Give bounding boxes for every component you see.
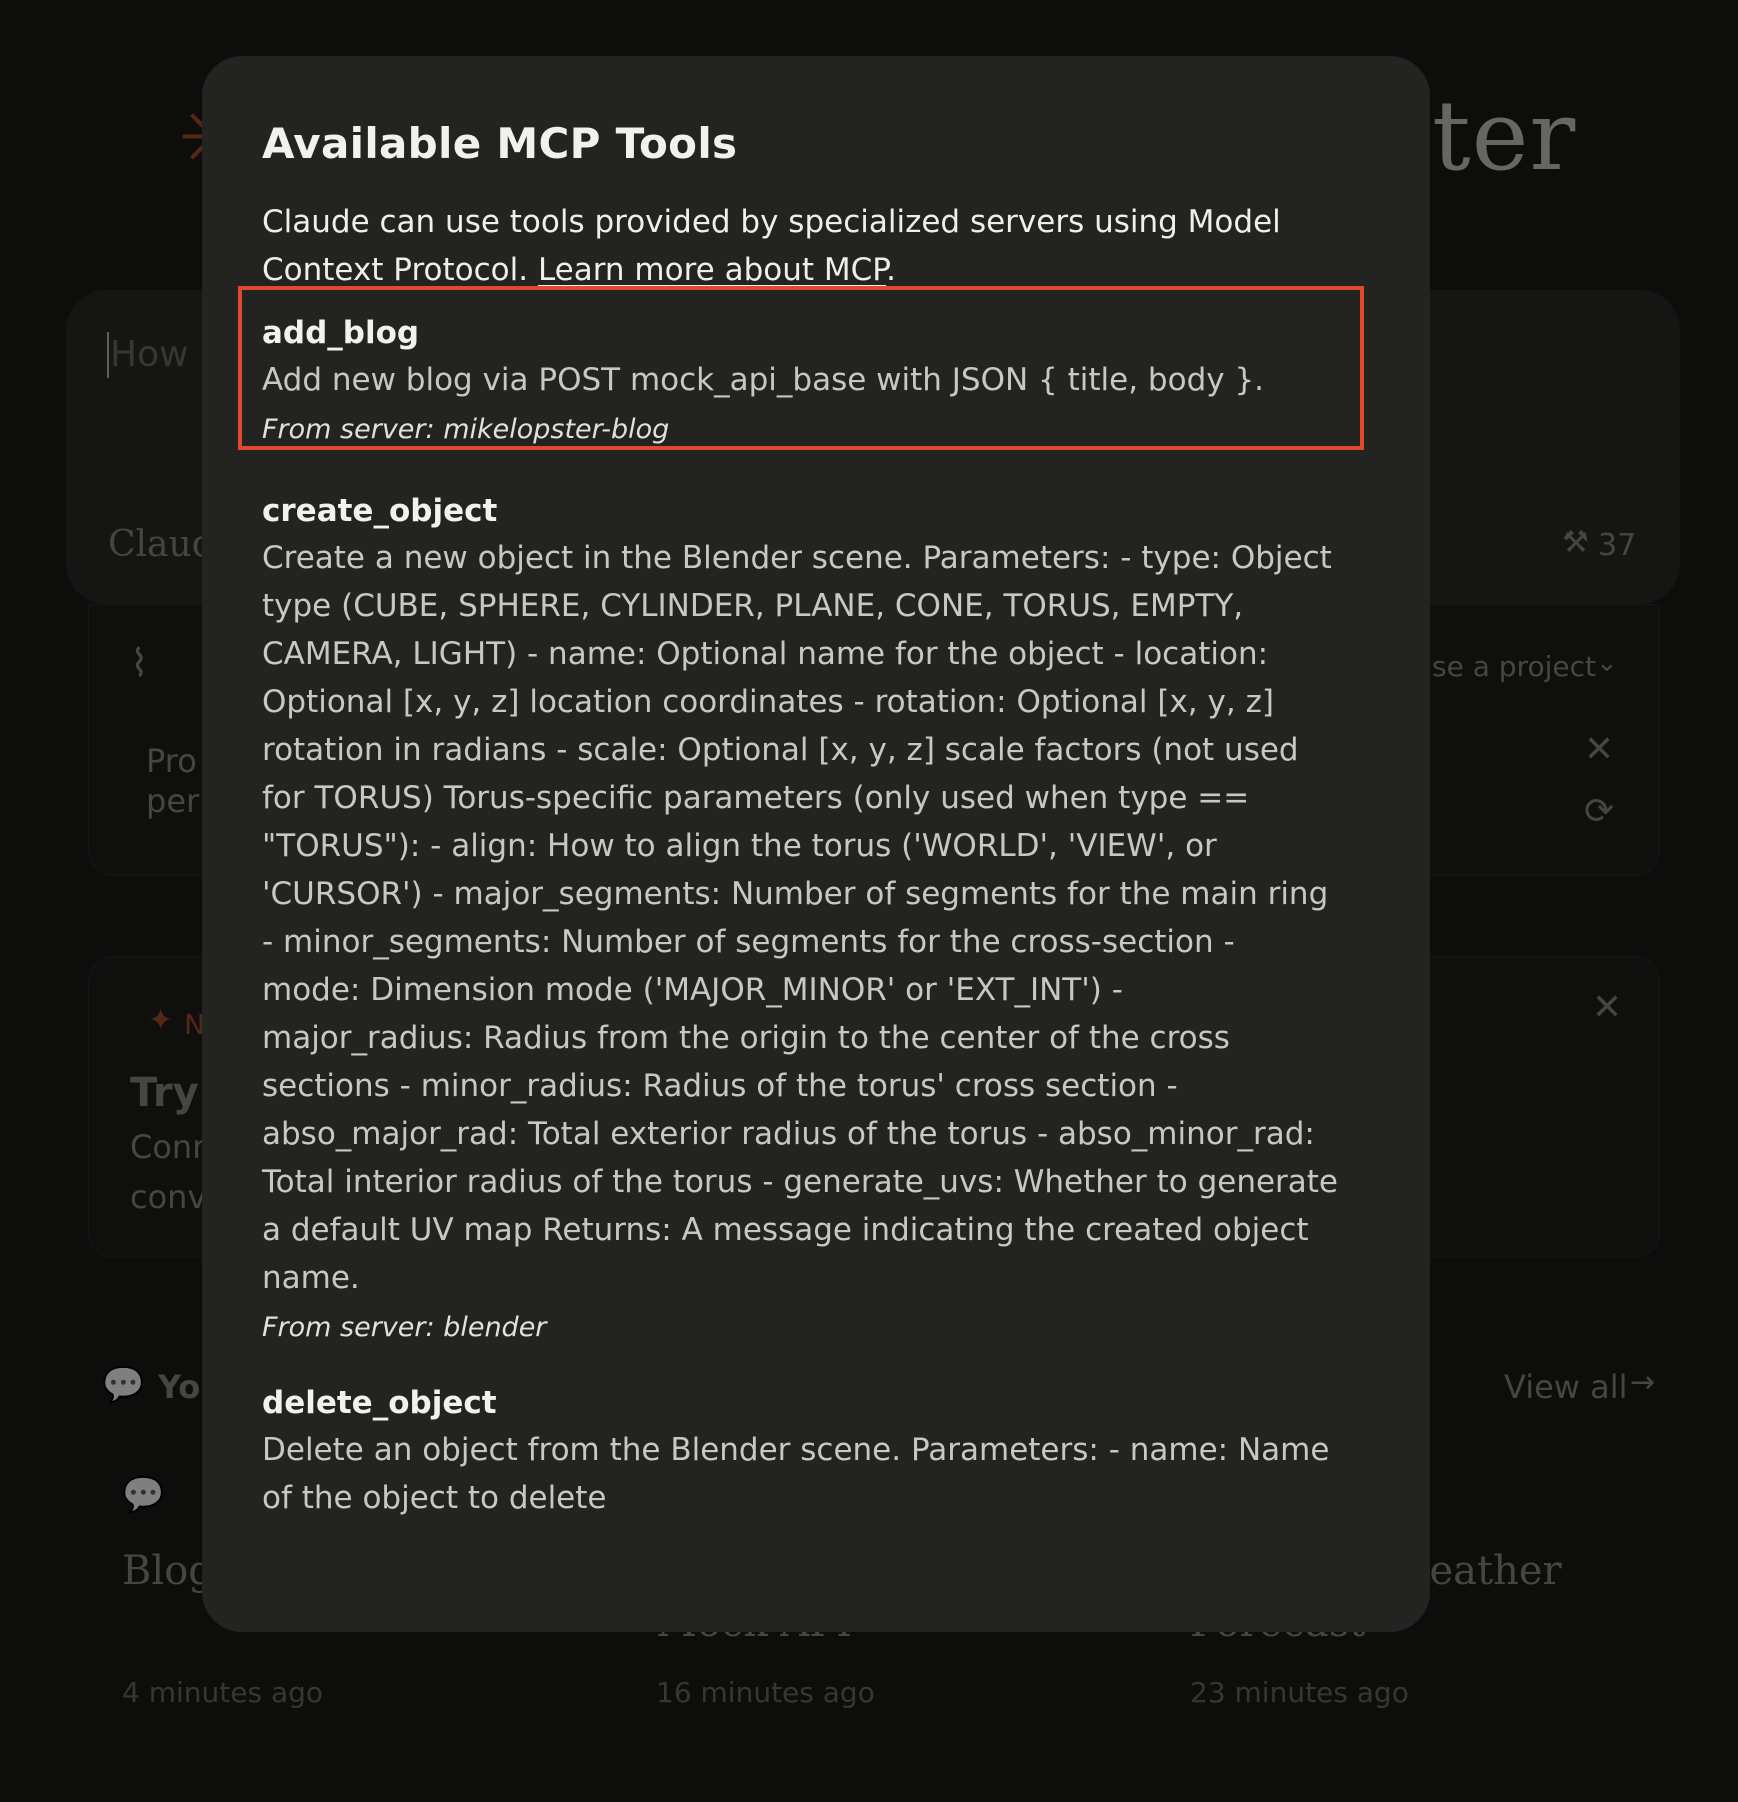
- tool-server: From server: mikelopster-blog: [262, 410, 1370, 450]
- tool-description: Add new blog via POST mock_api_base with…: [262, 362, 1265, 398]
- learn-more-link[interactable]: Learn more about MCP: [538, 252, 886, 288]
- tool-name: create_object: [262, 493, 498, 529]
- dialog-title: Available MCP Tools: [262, 119, 738, 168]
- mcp-tools-dialog: Available MCP Tools Claude can use tools…: [202, 56, 1430, 1632]
- tool-server: From server: blender: [262, 1308, 1370, 1348]
- tool-list: add_blog Add new blog via POST mock_api_…: [238, 286, 1370, 1522]
- server-prefix: From server:: [262, 414, 444, 445]
- tool-item-create-object: create_object Create a new object in the…: [262, 488, 1370, 1348]
- tool-item-delete-object: delete_object Delete an object from the …: [262, 1380, 1370, 1522]
- tool-description: Create a new object in the Blender scene…: [262, 540, 1339, 1296]
- server-prefix: From server:: [262, 1312, 444, 1343]
- intro-end: .: [886, 252, 897, 288]
- tool-item-add-blog: add_blog Add new blog via POST mock_api_…: [238, 286, 1370, 450]
- dialog-intro: Claude can use tools provided by special…: [262, 198, 1342, 294]
- server-name: blender: [443, 1312, 547, 1343]
- tool-name: delete_object: [262, 1385, 497, 1421]
- tool-description: Delete an object from the Blender scene.…: [262, 1432, 1330, 1516]
- tool-name: add_blog: [262, 315, 420, 351]
- server-name: mikelopster-blog: [443, 414, 670, 445]
